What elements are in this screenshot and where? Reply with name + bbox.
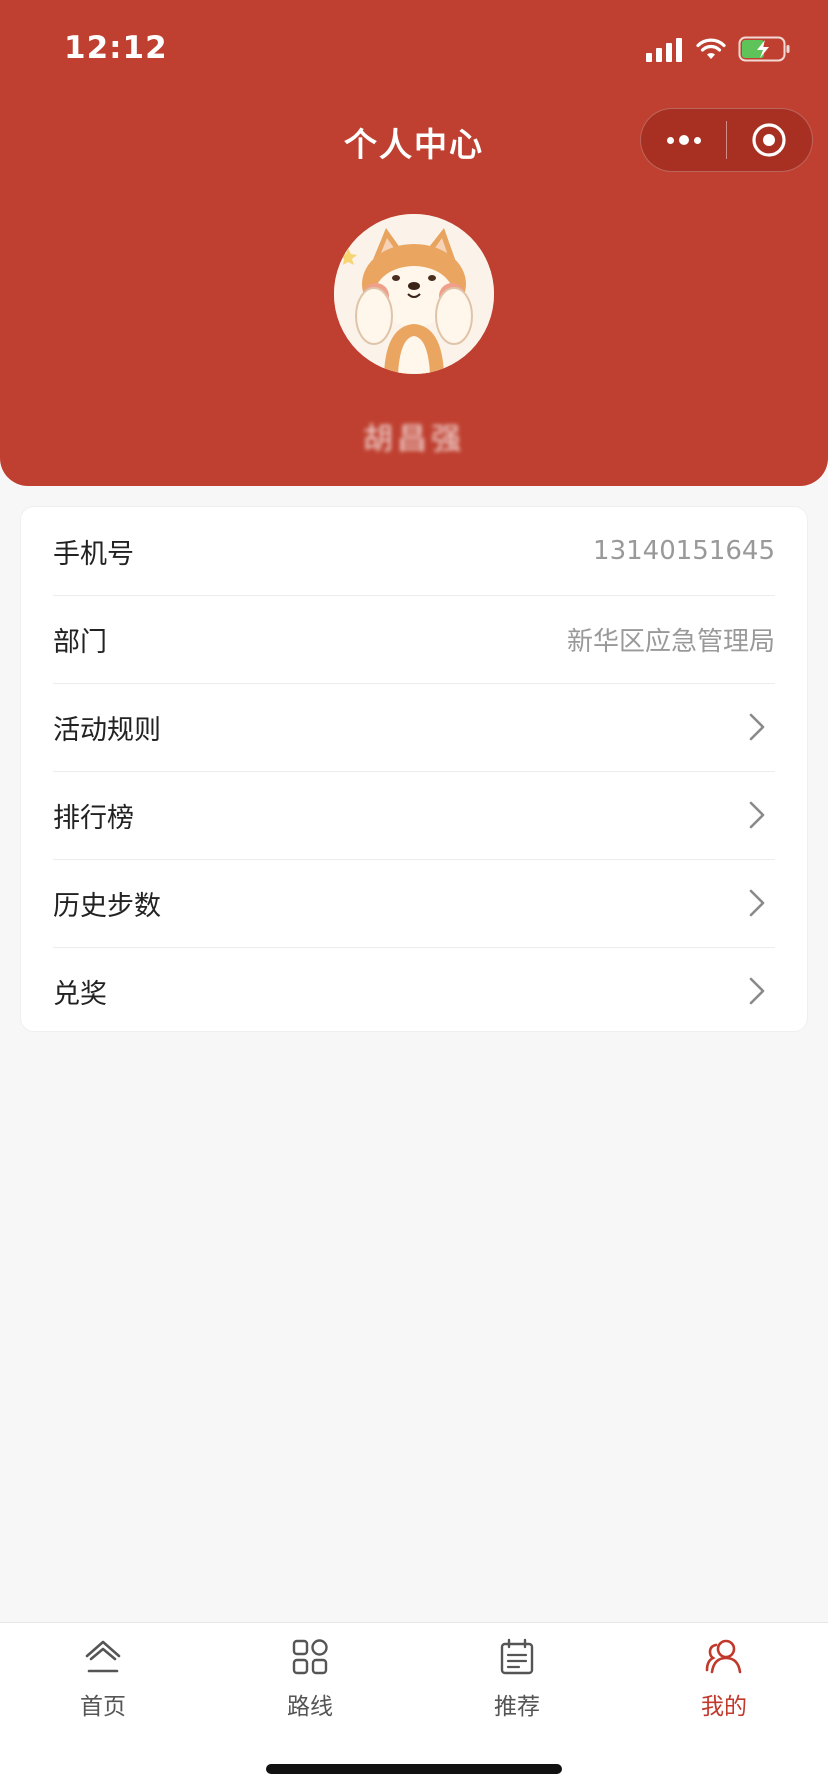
tab-label: 推荐 [494, 1694, 540, 1720]
tab-mine[interactable]: 我的 [664, 1637, 784, 1737]
tab-routes[interactable]: 路线 [250, 1637, 370, 1737]
more-button[interactable] [641, 109, 726, 171]
mini-program-capsule [640, 108, 813, 172]
avatar[interactable] [334, 214, 494, 374]
user-icon [705, 1639, 742, 1674]
home-indicator[interactable] [266, 1764, 562, 1774]
shiba-dog-avatar-icon [334, 214, 494, 374]
profile-info-card: 手机号 13140151645 部门 新华区应急管理局 活动规则 排行榜 历史步… [20, 506, 808, 1032]
tab-label: 首页 [80, 1694, 126, 1720]
chevron-right-icon [749, 801, 765, 829]
menu-item-label: 兑奖 [53, 978, 107, 1010]
menu-item-label: 历史步数 [53, 890, 161, 922]
username: 胡昌强 [363, 422, 465, 457]
menu-item-label: 活动规则 [53, 714, 161, 746]
tab-recommend[interactable]: 推荐 [457, 1637, 577, 1737]
menu-item-redeem[interactable]: 兑奖 [53, 947, 775, 1035]
profile-header: 12:12 个人中心 胡昌强 [0, 0, 828, 486]
status-icons [646, 34, 792, 64]
chevron-right-icon [749, 977, 765, 1005]
phone-row: 手机号 13140151645 [53, 507, 775, 595]
menu-item-leaderboard[interactable]: 排行榜 [53, 771, 775, 859]
chevron-right-icon [749, 889, 765, 917]
status-time: 12:12 [64, 30, 168, 66]
signal-icon [646, 36, 682, 62]
department-label: 部门 [53, 626, 107, 658]
wifi-icon [696, 38, 726, 59]
menu-item-activity-rules[interactable]: 活动规则 [53, 683, 775, 771]
close-button[interactable] [727, 109, 812, 171]
grid-icon [292, 1639, 328, 1675]
phone-value: 13140151645 [593, 536, 775, 566]
profile-page: 12:12 个人中心 胡昌强 手机号 13140151645 部门 新华区应急管… [0, 0, 828, 1792]
tab-home[interactable]: 首页 [43, 1637, 163, 1737]
target-icon [752, 123, 787, 157]
phone-label: 手机号 [53, 538, 134, 570]
department-value: 新华区应急管理局 [566, 626, 775, 657]
chevron-right-icon [749, 713, 765, 741]
menu-item-step-history[interactable]: 历史步数 [53, 859, 775, 947]
home-icon [85, 1640, 121, 1673]
department-row: 部门 新华区应急管理局 [53, 595, 775, 683]
battery-charging-icon [738, 36, 790, 62]
tab-label: 我的 [701, 1694, 747, 1720]
calendar-icon [500, 1638, 534, 1675]
tab-label: 路线 [287, 1694, 333, 1720]
menu-item-label: 排行榜 [53, 802, 134, 834]
